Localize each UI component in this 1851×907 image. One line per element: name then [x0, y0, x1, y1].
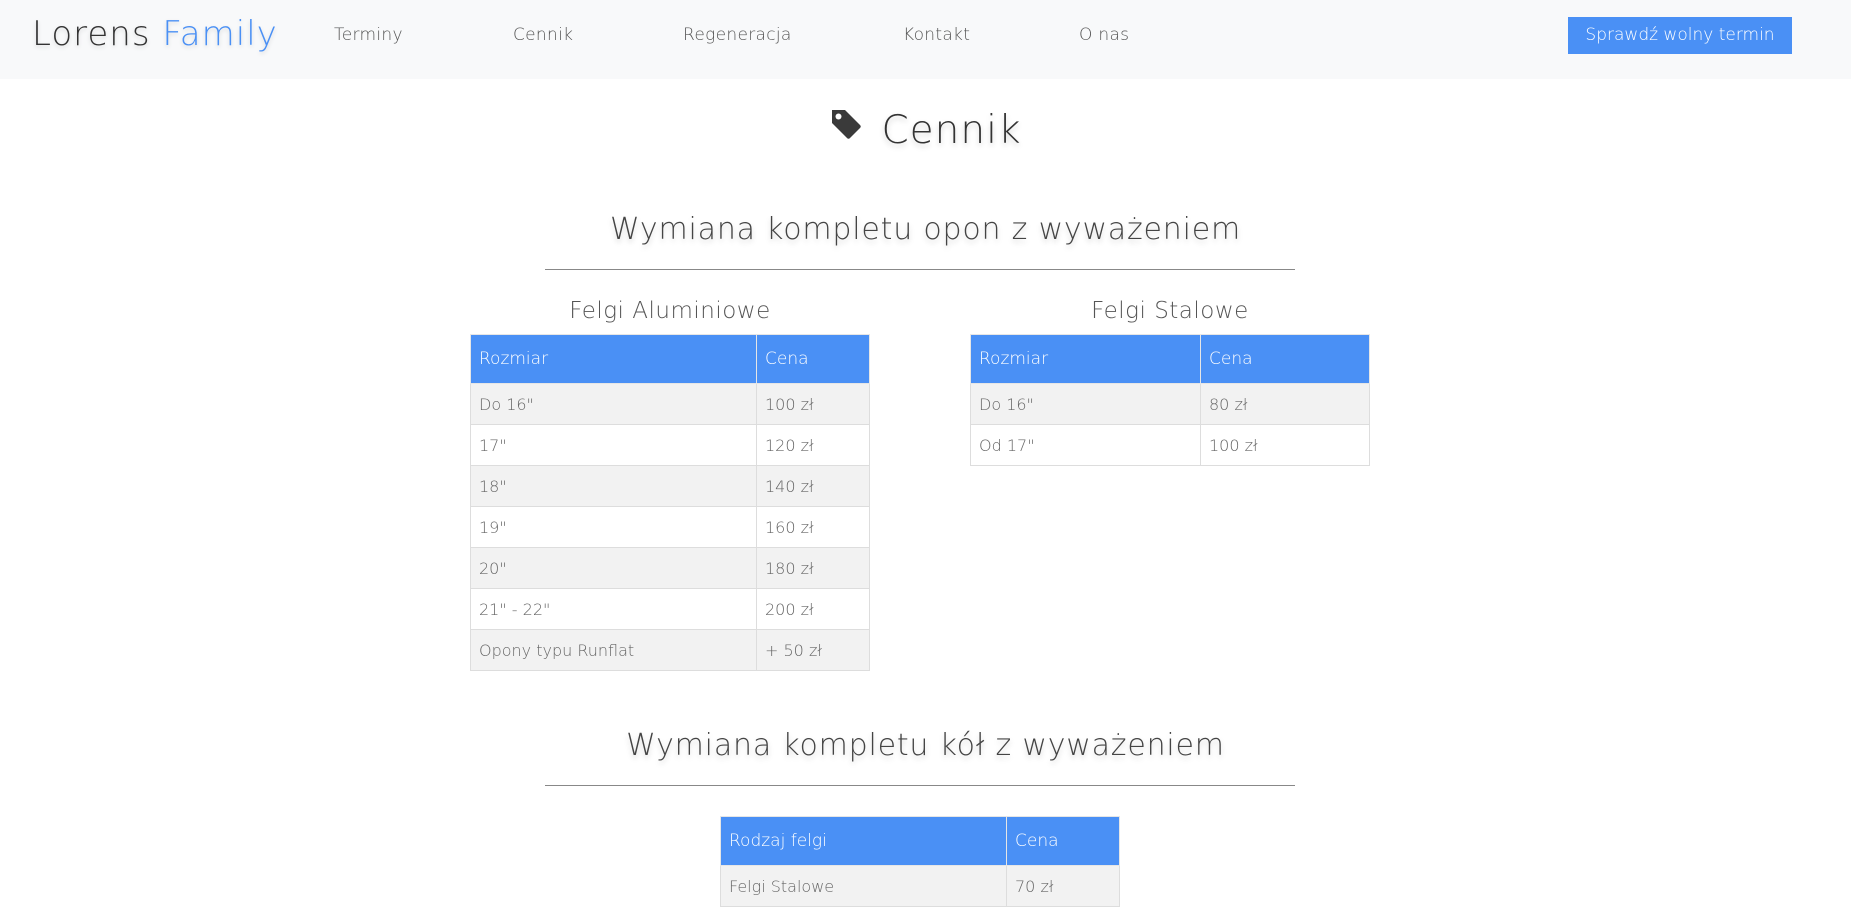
- price-cell: 80 zł: [1200, 383, 1370, 425]
- size-cell: 20": [470, 547, 757, 589]
- page-title-text: Cennik: [881, 108, 1022, 153]
- nav-link-cennik[interactable]: Cennik: [513, 25, 573, 45]
- column-header-size: Rozmiar: [470, 334, 757, 384]
- brand-logo[interactable]: Lorens Family: [32, 14, 278, 54]
- nav-link-terminy[interactable]: Terminy: [334, 25, 403, 45]
- tag-icon: [829, 106, 863, 151]
- table-row: Felgi Stalowe 70 zł: [720, 865, 1120, 907]
- size-cell: 17": [470, 424, 757, 466]
- section-divider: [545, 785, 1295, 786]
- table-header-row: Rodzaj felgi Cena: [720, 816, 1120, 866]
- table-row: 20" 180 zł: [470, 547, 870, 589]
- size-cell: Do 16": [970, 383, 1201, 425]
- column-header-price: Cena: [756, 334, 870, 384]
- navbar: Lorens Family Terminy Cennik Regeneracja…: [0, 0, 1851, 79]
- nav-link-kontakt[interactable]: Kontakt: [903, 25, 970, 45]
- size-cell: Od 17": [970, 424, 1201, 466]
- price-cell: 100 zł: [1200, 424, 1370, 466]
- size-cell: 19": [470, 506, 757, 548]
- table-row: 17" 120 zł: [470, 424, 870, 466]
- price-cell: 180 zł: [756, 547, 870, 589]
- steel-rims-title: Felgi Stalowe: [1091, 298, 1249, 324]
- table-row: 21" - 22" 200 zł: [470, 588, 870, 630]
- nav-link-o-nas[interactable]: O nas: [1079, 25, 1129, 45]
- price-cell: + 50 zł: [756, 629, 870, 671]
- table-row: Do 16" 100 zł: [470, 383, 870, 425]
- table-row: Opony typu Runflat + 50 zł: [470, 629, 870, 671]
- price-cell: 200 zł: [756, 588, 870, 630]
- size-cell: 21" - 22": [470, 588, 757, 630]
- price-cell: 100 zł: [756, 383, 870, 425]
- brand-name: Lorens: [32, 14, 163, 54]
- nav-link-regeneracja[interactable]: Regeneracja: [683, 25, 792, 45]
- steel-price-table: Rozmiar Cena Do 16" 80 zł Od 17" 100 zł: [970, 334, 1370, 466]
- table-header-row: Rozmiar Cena: [970, 334, 1370, 384]
- price-cell: 160 zł: [756, 506, 870, 548]
- column-header-price: Cena: [1006, 816, 1120, 866]
- column-header-size: Rozmiar: [970, 334, 1201, 384]
- column-header-price: Cena: [1200, 334, 1370, 384]
- size-cell: 18": [470, 465, 757, 507]
- table-header-row: Rozmiar Cena: [470, 334, 870, 384]
- table-row: 18" 140 zł: [470, 465, 870, 507]
- aluminium-rims-title: Felgi Aluminiowe: [569, 298, 771, 324]
- size-cell: Opony typu Runflat: [470, 629, 757, 671]
- price-cell: 120 zł: [756, 424, 870, 466]
- brand-name-accent: Family: [162, 14, 278, 54]
- rim-type-cell: Felgi Stalowe: [720, 865, 1007, 907]
- section-title-tire-change: Wymiana kompletu opon z wyważeniem: [609, 212, 1242, 247]
- size-cell: Do 16": [470, 383, 757, 425]
- section-title-wheel-change: Wymiana kompletu kół z wyważeniem: [626, 728, 1225, 763]
- price-cell: 70 zł: [1006, 865, 1120, 907]
- page-title: Cennik: [0, 108, 1851, 153]
- table-row: Od 17" 100 zł: [970, 424, 1370, 466]
- table-row: Do 16" 80 zł: [970, 383, 1370, 425]
- column-header-rim-type: Rodzaj felgi: [720, 816, 1007, 866]
- price-cell: 140 zł: [756, 465, 870, 507]
- section-divider: [545, 269, 1295, 270]
- aluminium-price-table: Rozmiar Cena Do 16" 100 zł 17" 120 zł 18" 1…: [470, 334, 870, 671]
- check-availability-button[interactable]: Sprawdź wolny termin: [1568, 17, 1792, 54]
- wheel-price-table: Rodzaj felgi Cena Felgi Stalowe 70 zł: [720, 816, 1120, 907]
- table-row: 19" 160 zł: [470, 506, 870, 548]
